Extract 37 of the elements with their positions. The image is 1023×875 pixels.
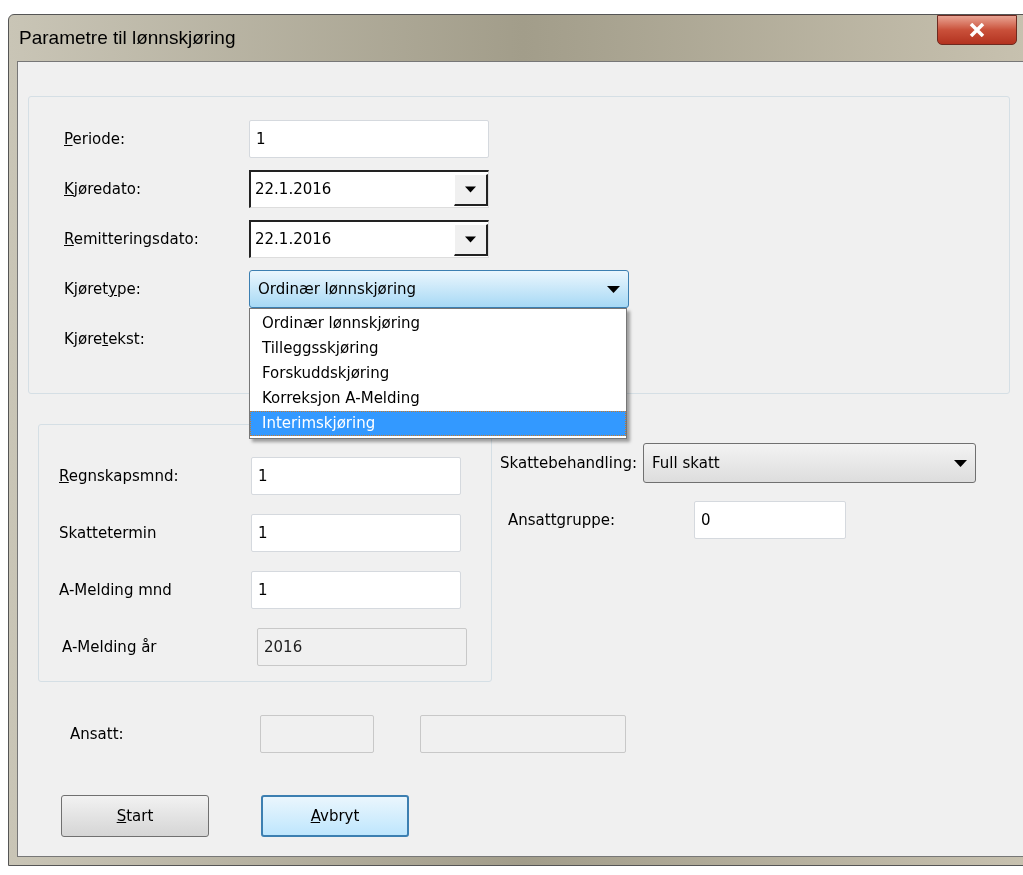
caret-icon [465, 185, 476, 193]
field-label: Remitteringsdato: [64, 229, 199, 248]
close-icon [969, 23, 985, 37]
caret-icon [954, 459, 968, 467]
date-picker[interactable]: 22.1.2016 [249, 170, 489, 208]
caret-icon [607, 285, 620, 293]
text-field[interactable]: 1 [249, 120, 489, 158]
text-field[interactable]: 1 [251, 571, 461, 609]
text-field: 2016 [257, 628, 467, 666]
field-label: Ansatt: [70, 724, 124, 743]
dialog-button[interactable]: Start [61, 795, 209, 837]
run-type-dropdown[interactable]: Ordinær lønnskjøring [249, 270, 629, 308]
caret-icon [465, 235, 476, 243]
tax-dropdown[interactable]: Full skatt [643, 443, 977, 483]
dropdown-option[interactable]: Ordinær lønnskjøring [250, 311, 626, 336]
dialog-button[interactable]: Avbryt [261, 795, 409, 837]
field-label: Periode: [64, 129, 126, 148]
text-field[interactable]: 1 [251, 457, 461, 495]
dropdown-option[interactable]: Korreksjon A-Melding [250, 386, 626, 411]
field-label: Ansattgruppe: [508, 510, 616, 529]
date-picker[interactable]: 22.1.2016 [249, 220, 489, 258]
window-title: Parametre til lønnskjøring [19, 25, 236, 50]
field-label: Skattebehandling: [500, 452, 638, 474]
field-label: Kjøretekst: [64, 329, 145, 348]
field-label: Kjøredato: [64, 179, 142, 198]
text-field[interactable]: 0 [694, 501, 846, 539]
text-field[interactable]: 1 [251, 514, 461, 552]
field-label: A-Melding mnd [59, 580, 172, 599]
dropdown-button[interactable] [454, 223, 488, 256]
dropdown-option[interactable]: Forskuddskjøring [250, 361, 626, 386]
field-label: Skattetermin [59, 523, 157, 542]
field-label: A-Melding år [61, 637, 157, 656]
field-label: Regnskapsmnd: [59, 466, 179, 485]
dropdown-button[interactable] [454, 173, 488, 206]
dropdown-option[interactable]: Tilleggsskjøring [250, 336, 626, 361]
field-label: Kjøretype: [64, 279, 141, 298]
close-button[interactable] [937, 15, 1017, 45]
